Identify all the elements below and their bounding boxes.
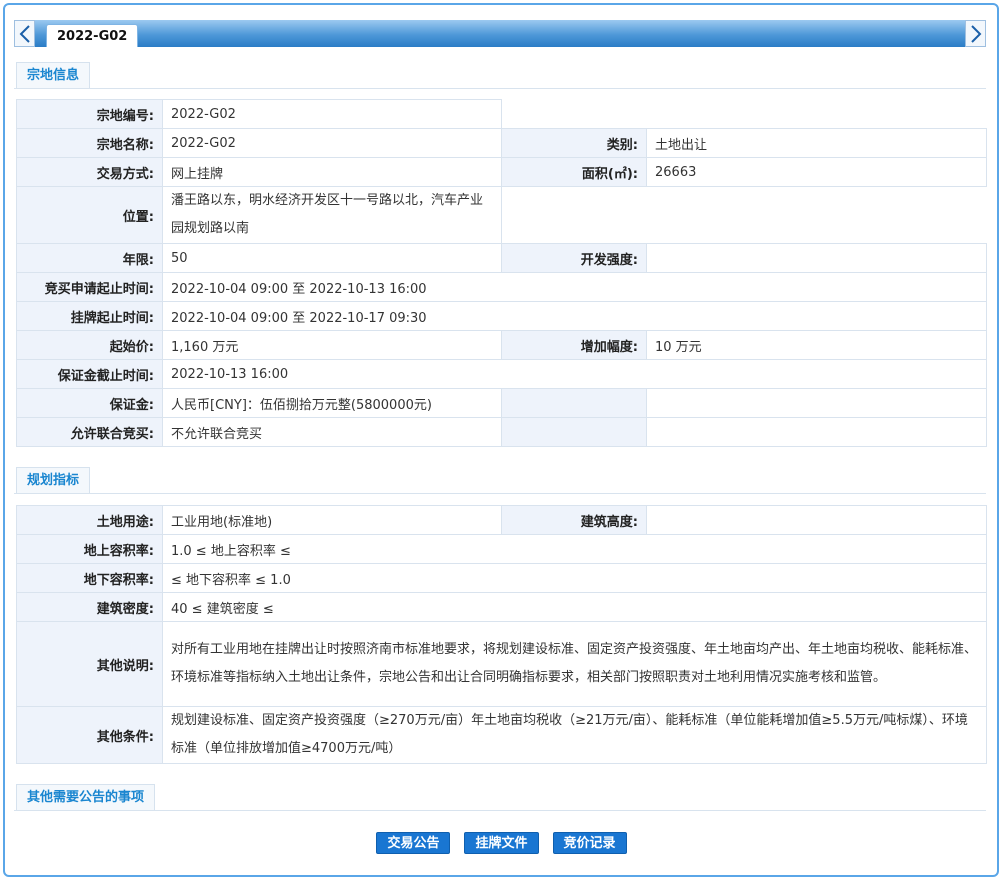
table-row: 土地用途: 工业用地(标准地) 建筑高度:: [16, 505, 987, 535]
table-row: 地下容积率: ≤ 地下容积率 ≤ 1.0: [16, 563, 987, 593]
empty-label: [501, 388, 647, 418]
action-buttons: 交易公告 挂牌文件 竞价记录: [0, 832, 1003, 854]
field-label: 类别:: [501, 128, 647, 158]
field-label: 位置:: [16, 186, 163, 244]
far-above-ground: 1.0 ≤ 地上容积率 ≤: [162, 534, 987, 564]
parcel-name: 2022-G02: [162, 128, 502, 158]
field-label: 宗地编号:: [16, 99, 163, 129]
listing-period: 2022-10-04 09:00 至 2022-10-17 09:30: [162, 301, 987, 331]
field-label: 起始价:: [16, 330, 163, 360]
table-row: 位置: 潘王路以东，明水经济开发区十一号路以北，汽车产业园规划路以南: [16, 186, 987, 244]
trade-method: 网上挂牌: [162, 157, 502, 187]
field-label: 建筑密度:: [16, 592, 163, 622]
field-label: 年限:: [16, 243, 163, 273]
field-label: 地下容积率:: [16, 563, 163, 593]
section-title: 宗地信息: [16, 62, 91, 88]
field-label: 地上容积率:: [16, 534, 163, 564]
parcel-info-table: 宗地编号: 2022-G02 宗地名称: 2022-G02 类别: 土地出让 交…: [16, 99, 987, 447]
building-height: [646, 505, 987, 535]
table-row: 挂牌起止时间: 2022-10-04 09:00 至 2022-10-17 09…: [16, 301, 987, 331]
section-planning: 规划指标: [14, 467, 986, 494]
trade-announcement-button[interactable]: 交易公告: [376, 832, 451, 854]
parcel-id: 2022-G02: [162, 99, 502, 129]
listing-documents-button[interactable]: 挂牌文件: [464, 832, 539, 854]
building-density: 40 ≤ 建筑密度 ≤: [162, 592, 987, 622]
bid-increment: 10 万元: [646, 330, 987, 360]
development-intensity: [646, 243, 987, 273]
empty-value: [646, 388, 987, 418]
empty-label: [501, 417, 647, 447]
parcel-location: 潘王路以东，明水经济开发区十一号路以北，汽车产业园规划路以南: [162, 186, 502, 244]
far-below-ground: ≤ 地下容积率 ≤ 1.0: [162, 563, 987, 593]
next-tab-button[interactable]: [965, 20, 986, 47]
table-row: 交易方式: 网上挂牌 面积(㎡): 26663: [16, 157, 987, 187]
field-label: 交易方式:: [16, 157, 163, 187]
planning-table: 土地用途: 工业用地(标准地) 建筑高度: 地上容积率: 1.0 ≤ 地上容积率…: [16, 505, 987, 764]
table-row: 宗地名称: 2022-G02 类别: 土地出让: [16, 128, 987, 158]
deposit-deadline: 2022-10-13 16:00: [162, 359, 987, 389]
bid-records-button[interactable]: 竞价记录: [552, 832, 627, 854]
empty-cell: [501, 99, 987, 129]
tab-parcel[interactable]: 2022-G02: [46, 24, 139, 47]
chevron-right-icon: [970, 24, 981, 43]
table-row: 其他说明: 对所有工业用地在挂牌出让时按照济南市标准地要求，将规划建设标准、固定…: [16, 621, 987, 707]
empty-cell: [501, 186, 987, 244]
field-label: 保证金:: [16, 388, 163, 418]
field-label: 开发强度:: [501, 243, 647, 273]
parcel-area: 26663: [646, 157, 987, 187]
other-notes: 对所有工业用地在挂牌出让时按照济南市标准地要求，将规划建设标准、固定资产投资强度…: [162, 621, 987, 707]
section-title: 其他需要公告的事项: [16, 784, 156, 810]
joint-bidding: 不允许联合竞买: [162, 417, 502, 447]
field-label: 允许联合竞买:: [16, 417, 163, 447]
table-row: 其他条件: 规划建设标准、固定资产投资强度（≥270万元/亩）年土地亩均税收（≥…: [16, 706, 987, 764]
table-row: 保证金: 人民币[CNY]：伍佰捌拾万元整(5800000元): [16, 388, 987, 418]
field-label: 挂牌起止时间:: [16, 301, 163, 331]
empty-value: [646, 417, 987, 447]
table-row: 保证金截止时间: 2022-10-13 16:00: [16, 359, 987, 389]
table-row: 地上容积率: 1.0 ≤ 地上容积率 ≤: [16, 534, 987, 564]
table-row: 宗地编号: 2022-G02: [16, 99, 987, 129]
lease-years: 50: [162, 243, 502, 273]
application-period: 2022-10-04 09:00 至 2022-10-13 16:00: [162, 272, 987, 302]
starting-price: 1,160 万元: [162, 330, 502, 360]
section-title: 规划指标: [16, 467, 91, 493]
deposit-amount: 人民币[CNY]：伍佰捌拾万元整(5800000元): [162, 388, 502, 418]
field-label: 其他条件:: [16, 706, 163, 764]
field-label: 面积(㎡):: [501, 157, 647, 187]
land-use: 工业用地(标准地): [162, 505, 502, 535]
parcel-type: 土地出让: [646, 128, 987, 158]
field-label: 建筑高度:: [501, 505, 647, 535]
field-label: 宗地名称:: [16, 128, 163, 158]
section-other-notice: 其他需要公告的事项: [14, 784, 986, 811]
other-conditions: 规划建设标准、固定资产投资强度（≥270万元/亩）年土地亩均税收（≥21万元/亩…: [162, 706, 987, 764]
table-row: 起始价: 1,160 万元 增加幅度: 10 万元: [16, 330, 987, 360]
field-label: 保证金截止时间:: [16, 359, 163, 389]
chevron-left-icon: [19, 24, 30, 43]
table-row: 允许联合竞买: 不允许联合竞买: [16, 417, 987, 447]
field-label: 增加幅度:: [501, 330, 647, 360]
table-row: 年限: 50 开发强度:: [16, 243, 987, 273]
field-label: 其他说明:: [16, 621, 163, 707]
section-parcel-info: 宗地信息: [14, 62, 986, 89]
tab-bar: 2022-G02: [14, 20, 986, 47]
table-row: 竞买申请起止时间: 2022-10-04 09:00 至 2022-10-13 …: [16, 272, 987, 302]
field-label: 土地用途:: [16, 505, 163, 535]
prev-tab-button[interactable]: [14, 20, 35, 47]
table-row: 建筑密度: 40 ≤ 建筑密度 ≤: [16, 592, 987, 622]
field-label: 竞买申请起止时间:: [16, 272, 163, 302]
